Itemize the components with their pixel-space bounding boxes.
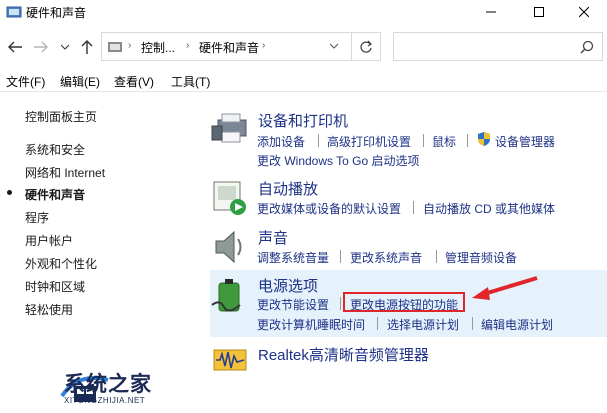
up-button[interactable] — [78, 38, 96, 56]
window-title: 硬件和声音 — [26, 6, 87, 20]
printer-icon — [211, 113, 247, 143]
breadcrumb-separator[interactable]: › — [128, 40, 131, 51]
sidebar-item-programs[interactable]: 程序 — [25, 209, 49, 226]
category-title-devices-printers[interactable]: 设备和打印机 — [258, 110, 348, 131]
close-icon — [579, 7, 589, 17]
recent-locations-button[interactable] — [56, 38, 74, 56]
arrow-left-icon — [8, 41, 22, 53]
realtek-audio-icon — [213, 349, 247, 371]
sidebar-item-hardware-sound[interactable]: 硬件和声音 — [25, 186, 85, 203]
link-separator — [340, 250, 341, 263]
annotation-arrow — [472, 276, 538, 300]
link-windows-to-go[interactable]: 更改 Windows To Go 启动选项 — [257, 152, 419, 169]
close-button[interactable] — [561, 0, 607, 24]
link-autoplay-cd[interactable]: 自动播放 CD 或其他媒体 — [423, 200, 555, 217]
speaker-icon — [215, 230, 242, 264]
back-button[interactable] — [6, 38, 24, 56]
link-mouse[interactable]: 鼠标 — [432, 133, 456, 150]
minimize-button[interactable] — [468, 0, 514, 24]
link-change-power-saving[interactable]: 更改节能设置 — [257, 296, 329, 313]
sidebar-item-ease-of-access[interactable]: 轻松使用 — [25, 301, 73, 318]
minimize-icon — [486, 11, 496, 13]
link-separator — [467, 134, 468, 147]
link-edit-power-plan[interactable]: 编辑电源计划 — [481, 316, 553, 333]
link-separator — [472, 317, 473, 330]
sidebar-item-appearance[interactable]: 外观和个性化 — [25, 255, 97, 272]
address-dropdown-button[interactable] — [329, 41, 339, 51]
link-advanced-printer-setup[interactable]: 高级打印机设置 — [327, 133, 411, 150]
arrow-right-icon — [34, 41, 48, 53]
link-separator — [436, 250, 437, 263]
link-separator — [318, 134, 319, 147]
link-add-device[interactable]: 添加设备 — [257, 133, 305, 150]
link-change-system-sounds[interactable]: 更改系统声音 — [350, 249, 422, 266]
watermark-text: 系统之家 — [64, 373, 152, 396]
refresh-button[interactable] — [352, 32, 381, 61]
menu-file[interactable]: 文件(F) — [6, 73, 45, 90]
sidebar-item-system-security[interactable]: 系统和安全 — [25, 141, 85, 158]
sidebar-item-user-accounts[interactable]: 用户帐户 — [25, 232, 73, 249]
link-change-media-defaults[interactable]: 更改媒体或设备的默认设置 — [257, 200, 401, 217]
search-input[interactable] — [393, 32, 603, 61]
chevron-down-icon — [61, 44, 69, 50]
maximize-icon — [534, 7, 544, 17]
link-separator — [340, 297, 341, 310]
annotation-highlight-box — [343, 292, 465, 312]
maximize-button[interactable] — [516, 0, 562, 24]
active-item-bullet — [7, 190, 12, 195]
sidebar-item-network-internet[interactable]: 网络和 Internet — [25, 164, 105, 181]
breadcrumb-control-panel[interactable]: 控制... — [141, 39, 175, 56]
category-title-power-options[interactable]: 电源选项 — [258, 275, 318, 296]
sidebar-item-clock-region[interactable]: 时钟和区域 — [25, 278, 85, 295]
breadcrumb-hardware-sound[interactable]: 硬件和声音 — [199, 39, 259, 56]
breadcrumb-separator[interactable]: › — [262, 40, 265, 51]
link-choose-power-plan[interactable]: 选择电源计划 — [387, 316, 459, 333]
title-bar: 硬件和声音 — [0, 0, 607, 24]
address-row: › 控制... › 硬件和声音 › — [0, 30, 607, 64]
menu-edit[interactable]: 编辑(E) — [60, 73, 100, 90]
sidebar: 控制面板主页 系统和安全 网络和 Internet 硬件和声音 程序 用户帐户 … — [0, 92, 200, 413]
category-title-autoplay[interactable]: 自动播放 — [258, 178, 318, 199]
watermark-subtext: XITONGZHIJIA.NET — [64, 396, 146, 405]
link-manage-audio-devices[interactable]: 管理音频设备 — [445, 249, 517, 266]
menu-view[interactable]: 查看(V) — [114, 73, 154, 90]
search-icon — [580, 40, 594, 54]
forward-button[interactable] — [32, 38, 50, 56]
autoplay-icon — [213, 181, 246, 215]
link-device-manager[interactable]: 设备管理器 — [495, 133, 555, 150]
category-title-realtek[interactable]: Realtek高清晰音频管理器 — [258, 344, 429, 365]
breadcrumb-separator[interactable]: › — [186, 40, 189, 51]
battery-power-icon — [211, 279, 241, 312]
link-separator — [377, 317, 378, 330]
category-title-sound[interactable]: 声音 — [258, 227, 288, 248]
link-separator — [413, 201, 414, 214]
menu-bar: 文件(F) 编辑(E) 查看(V) 工具(T) — [0, 70, 607, 90]
sidebar-item-control-panel-home[interactable]: 控制面板主页 — [25, 108, 97, 125]
control-panel-icon — [108, 42, 122, 52]
chevron-down-icon — [329, 43, 339, 49]
link-change-sleep-time[interactable]: 更改计算机睡眠时间 — [257, 316, 365, 333]
link-separator — [423, 134, 424, 147]
arrow-up-icon — [81, 40, 93, 54]
menu-tools[interactable]: 工具(T) — [171, 73, 210, 90]
refresh-icon — [360, 40, 373, 53]
link-adjust-volume[interactable]: 调整系统音量 — [257, 249, 329, 266]
uac-shield-icon — [478, 132, 490, 146]
address-bar[interactable]: › 控制... › 硬件和声音 › — [101, 32, 352, 61]
control-panel-icon — [6, 6, 22, 18]
